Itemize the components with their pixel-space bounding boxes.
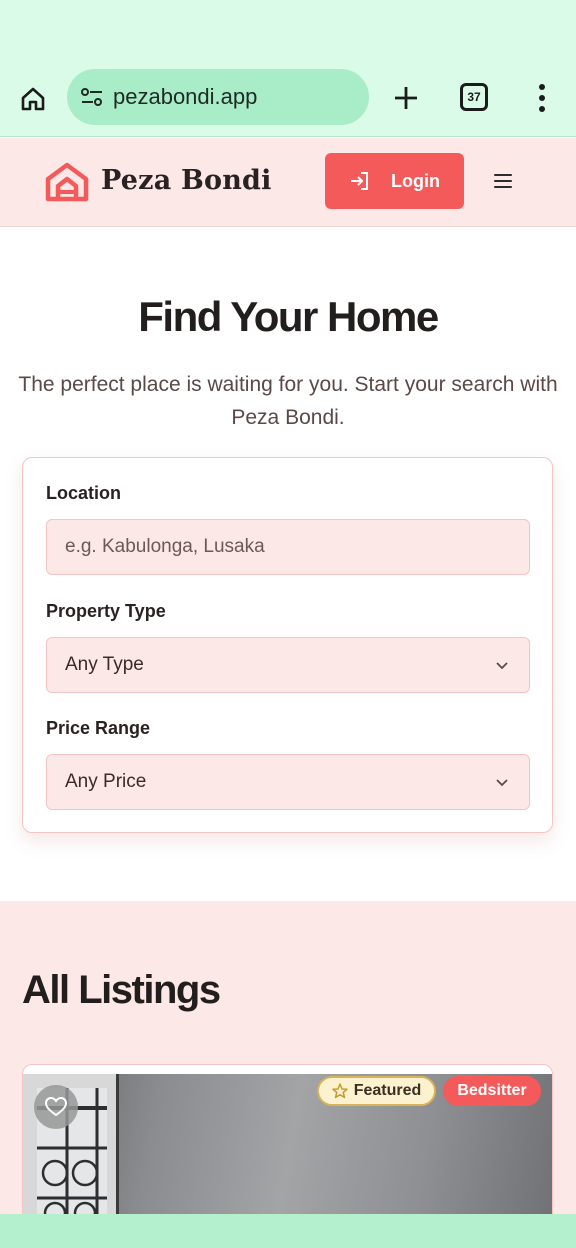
location-input[interactable]: e.g. Kabulonga, Lusaka xyxy=(46,519,530,575)
price-range-value: Any Price xyxy=(65,771,147,792)
address-bar[interactable]: pezabondi.app xyxy=(67,69,369,125)
property-type-select[interactable]: Any Type xyxy=(46,637,530,693)
location-placeholder: e.g. Kabulonga, Lusaka xyxy=(65,536,265,557)
login-label: Login xyxy=(391,170,440,191)
url-text[interactable]: pezabondi.app xyxy=(113,84,257,110)
listings-title: All Listings xyxy=(22,968,221,1012)
tab-switcher-icon[interactable]: 37 xyxy=(460,83,488,111)
chevron-down-icon xyxy=(496,662,508,670)
property-type-badge: Bedsitter xyxy=(443,1076,541,1106)
brand-name[interactable]: Peza Bondi xyxy=(101,165,272,196)
heart-icon xyxy=(45,1097,67,1117)
page-title: Find Your Home xyxy=(138,293,439,340)
tune-icon[interactable] xyxy=(79,84,105,110)
login-button[interactable]: Login xyxy=(325,153,464,209)
price-range-label: Price Range xyxy=(46,718,151,738)
chevron-down-icon xyxy=(496,779,508,787)
plus-icon[interactable] xyxy=(388,80,424,116)
system-navigation-bar xyxy=(0,1214,576,1248)
price-range-select[interactable]: Any Price xyxy=(46,754,530,810)
featured-label: Featured xyxy=(353,1082,422,1099)
star-icon xyxy=(331,1083,348,1099)
property-type-label: Property Type xyxy=(46,601,166,621)
favorite-button[interactable] xyxy=(34,1085,78,1129)
property-type-value: Any Type xyxy=(65,654,144,675)
tab-count: 37 xyxy=(467,90,481,104)
login-arrow-icon xyxy=(351,172,368,190)
hero-subtitle: The perfect place is waiting for you. St… xyxy=(18,373,558,429)
location-label: Location xyxy=(46,483,121,503)
featured-badge: Featured xyxy=(317,1076,436,1106)
house-logo-icon[interactable] xyxy=(44,161,90,203)
home-icon[interactable] xyxy=(14,80,52,118)
more-vert-icon[interactable] xyxy=(530,80,554,116)
hamburger-icon[interactable] xyxy=(492,172,514,190)
